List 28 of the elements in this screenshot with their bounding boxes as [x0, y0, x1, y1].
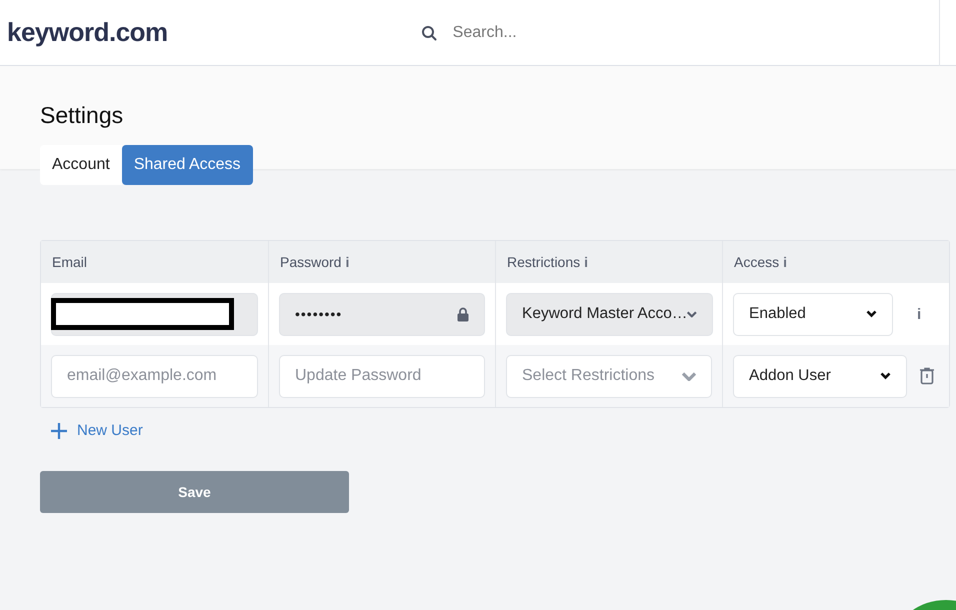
tab[interactable]: Account — [40, 145, 122, 185]
info-icon[interactable]: i — [584, 254, 588, 270]
column-header: Password — [280, 254, 342, 270]
trash-icon[interactable] — [919, 367, 935, 385]
info-icon[interactable]: i — [345, 254, 350, 270]
tab[interactable]: Shared Access — [122, 145, 253, 185]
column-header: Restrictions — [507, 254, 580, 270]
search-field[interactable]: Search... — [450, 22, 655, 42]
access-dropdown[interactable]: Enabled — [733, 292, 893, 336]
restrictions-dropdown[interactable]: Select Restrictions — [506, 354, 712, 398]
column-header: Email — [52, 254, 88, 270]
lock-icon — [457, 306, 469, 322]
save-button[interactable]: Save — [40, 471, 349, 513]
logo[interactable]: keyword.com — [7, 17, 168, 48]
chevron-down-icon — [682, 371, 696, 381]
new-user-button[interactable]: New User — [51, 422, 143, 439]
email-field[interactable]: email@example.com — [51, 354, 258, 398]
info-icon[interactable]: i — [783, 254, 788, 270]
access-dropdown[interactable]: Addon User — [733, 354, 907, 398]
info-icon[interactable]: i — [917, 306, 922, 322]
search-icon — [420, 24, 437, 40]
plus-icon — [51, 422, 67, 438]
page-title: Settings — [40, 102, 124, 129]
chevron-down-icon — [866, 310, 877, 318]
chevron-down-icon — [687, 309, 697, 319]
column-header: Access — [734, 254, 780, 270]
password-field[interactable]: Update Password — [279, 354, 485, 398]
chevron-down-icon — [880, 372, 891, 380]
